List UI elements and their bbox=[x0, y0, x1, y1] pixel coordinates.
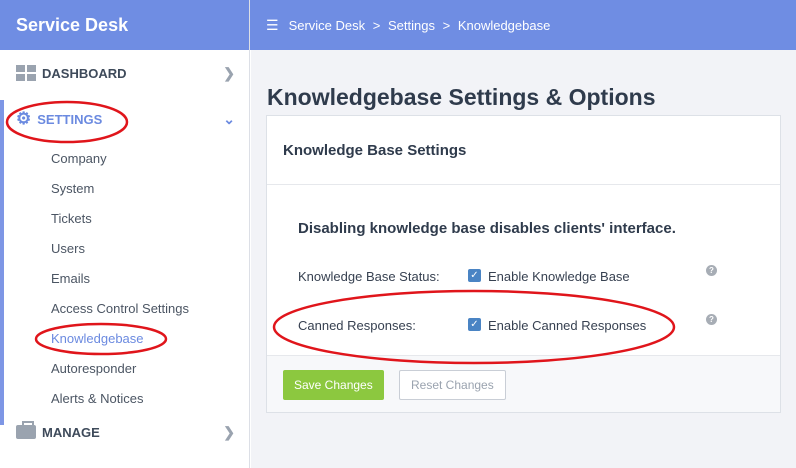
sub-item-autoresponder[interactable]: Autoresponder bbox=[0, 354, 249, 384]
chevron-right-icon: ❯ bbox=[223, 64, 235, 81]
sub-item-system[interactable]: System bbox=[0, 174, 249, 204]
breadcrumb: Service Desk > Settings > Knowledgebase bbox=[289, 18, 551, 33]
reset-changes-button[interactable]: Reset Changes bbox=[399, 370, 506, 400]
enable-canned-label[interactable]: Enable Canned Responses bbox=[488, 318, 646, 333]
warning-text: Disabling knowledge base disables client… bbox=[298, 220, 676, 237]
enable-canned-checkbox[interactable]: ✓ bbox=[468, 318, 481, 331]
sub-item-company[interactable]: Company bbox=[0, 144, 249, 174]
save-changes-button[interactable]: Save Changes bbox=[283, 370, 384, 400]
page-title: Knowledgebase Settings & Options bbox=[267, 84, 656, 110]
nav-settings-label: SETTINGS bbox=[37, 111, 103, 127]
breadcrumb-settings[interactable]: Settings bbox=[388, 18, 435, 33]
panel-footer: Save Changes Reset Changes bbox=[267, 355, 780, 412]
breadcrumb-knowledgebase: Knowledgebase bbox=[457, 17, 551, 33]
checkmark-icon: ✓ bbox=[470, 319, 479, 330]
sidebar: Service Desk DASHBOARD ❯ ⚙ SETTINGS ⌄ Co… bbox=[0, 0, 250, 468]
main-content: Knowledgebase Settings & Options Knowled… bbox=[251, 50, 796, 468]
sub-item-alerts[interactable]: Alerts & Notices bbox=[0, 384, 249, 414]
nav-dashboard-label: DASHBOARD bbox=[42, 65, 127, 81]
nav-dashboard[interactable]: DASHBOARD ❯ bbox=[0, 50, 249, 96]
breadcrumb-separator: > bbox=[442, 17, 451, 33]
canned-responses-label: Canned Responses: bbox=[298, 318, 416, 333]
brand-title[interactable]: Service Desk bbox=[0, 0, 249, 50]
breadcrumb-separator: > bbox=[372, 17, 381, 33]
gear-icon: ⚙ bbox=[16, 109, 32, 128]
nav-manage[interactable]: MANAGE ❯ bbox=[0, 414, 249, 450]
chevron-down-icon: ⌄ bbox=[223, 110, 235, 127]
help-icon[interactable]: ? bbox=[706, 265, 717, 276]
nav-manage-label: MANAGE bbox=[42, 424, 100, 440]
sub-item-users[interactable]: Users bbox=[0, 234, 249, 264]
dashboard-grid-icon bbox=[16, 65, 36, 81]
help-icon[interactable]: ? bbox=[706, 314, 717, 325]
nav-settings[interactable]: ⚙ SETTINGS ⌄ bbox=[0, 96, 249, 142]
chevron-right-icon: ❯ bbox=[223, 423, 235, 440]
enable-kb-label[interactable]: Enable Knowledge Base bbox=[488, 269, 630, 284]
active-section-bar bbox=[0, 100, 4, 425]
sub-item-emails[interactable]: Emails bbox=[0, 264, 249, 294]
hamburger-icon[interactable]: ☰ bbox=[266, 17, 279, 34]
checkmark-icon: ✓ bbox=[470, 270, 479, 281]
knowledge-base-settings-panel: Knowledge Base Settings Disabling knowle… bbox=[266, 115, 781, 413]
sub-item-tickets[interactable]: Tickets bbox=[0, 204, 249, 234]
kb-status-label: Knowledge Base Status: bbox=[298, 269, 440, 284]
briefcase-icon bbox=[16, 421, 36, 439]
top-bar: ☰ Service Desk > Settings > Knowledgebas… bbox=[250, 0, 796, 50]
settings-submenu: Company System Tickets Users Emails Acce… bbox=[0, 142, 249, 414]
sub-item-knowledgebase[interactable]: Knowledgebase bbox=[0, 324, 249, 354]
breadcrumb-service-desk[interactable]: Service Desk bbox=[289, 18, 366, 33]
panel-title: Knowledge Base Settings bbox=[267, 116, 780, 185]
enable-kb-checkbox[interactable]: ✓ bbox=[468, 269, 481, 282]
sub-item-access-control[interactable]: Access Control Settings bbox=[0, 294, 249, 324]
